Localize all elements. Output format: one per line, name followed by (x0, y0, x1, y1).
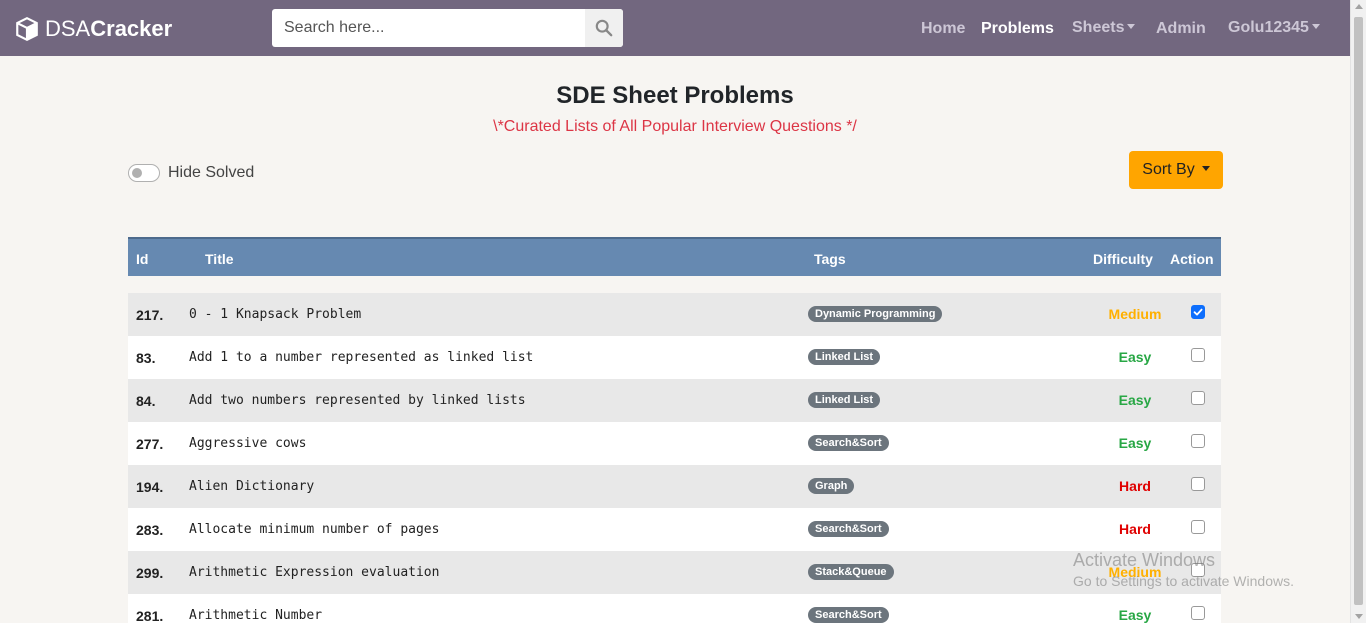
problem-title-link[interactable]: Allocate minimum number of pages (189, 522, 439, 537)
scroll-thumb[interactable] (1354, 17, 1363, 605)
brand-logo[interactable]: DSA Cracker (14, 14, 172, 44)
problem-id: 281. (136, 608, 164, 623)
solved-checkbox[interactable] (1191, 477, 1205, 491)
search-input[interactable] (272, 9, 585, 47)
nav-user-label: Golu12345 (1228, 19, 1309, 36)
page-subtitle: \*Curated Lists of All Popular Interview… (493, 118, 857, 135)
search-button[interactable] (585, 9, 623, 47)
tag-badge: Search&Sort (808, 607, 889, 623)
problem-title-link[interactable]: Alien Dictionary (189, 479, 314, 494)
solved-checkbox[interactable] (1191, 434, 1205, 448)
difficulty-label: Easy (1118, 392, 1152, 408)
tag-badge: Linked List (808, 392, 881, 408)
column-header-tags: Tags (814, 251, 846, 267)
problem-id: 283. (136, 522, 164, 538)
table-row: 83. Add 1 to a number represented as link… (128, 336, 1221, 379)
problem-id: 194. (136, 479, 164, 495)
table-row: 277. Aggressive cows Search&Sort Easy (128, 422, 1221, 465)
chevron-down-icon (1201, 166, 1210, 171)
problem-id: 84. (136, 393, 156, 409)
problem-id: 83. (136, 350, 156, 366)
hide-solved-toggle[interactable] (128, 164, 160, 182)
table-row: 84. Add two numbers represented by linked… (128, 379, 1221, 422)
problem-id: 277. (136, 436, 164, 452)
nav-sheets-dropdown[interactable]: Sheets (1072, 19, 1136, 37)
difficulty-label: Easy (1118, 349, 1152, 365)
problem-title-link[interactable]: Add 1 to a number represented as linked … (189, 350, 533, 365)
solved-checkbox[interactable] (1191, 348, 1205, 362)
solved-checkbox[interactable] (1191, 305, 1205, 319)
tag-badge: Dynamic Programming (808, 306, 943, 322)
navbar: DSACracker Home Problems Sheets Admin Go… (0, 0, 1350, 56)
difficulty-label: Easy (1118, 607, 1152, 623)
check-icon (1193, 308, 1203, 316)
table-row: 281. Arithmetic Number Search&Sort Easy (128, 594, 1221, 623)
problem-id: 217. (136, 307, 164, 323)
problem-title-link[interactable]: Arithmetic Number (189, 608, 322, 623)
difficulty-label: Easy (1118, 435, 1152, 451)
problem-title-link[interactable]: Add two numbers represented by linked li… (189, 393, 526, 408)
solved-checkbox[interactable] (1191, 563, 1205, 577)
table-row: 194. Alien Dictionary Graph Hard (128, 465, 1221, 508)
tag-badge: Linked List (808, 349, 881, 365)
page-scrollbar[interactable] (1350, 0, 1366, 623)
toggle-knob (132, 168, 142, 178)
search-icon (595, 19, 613, 37)
table-row: 217. 0 - 1 Knapsack Problem Dynamic Progra… (128, 293, 1221, 336)
tag-badge: Stack&Queue (808, 564, 894, 580)
brand-suffix: Cracker (90, 16, 173, 41)
table-row: 283. Allocate minimum number of pages Sear… (128, 508, 1221, 551)
difficulty-label: Hard (1119, 478, 1151, 494)
nav-home[interactable]: Home (921, 20, 965, 38)
page-title: SDE Sheet Problems (556, 82, 794, 109)
scroll-up-arrow-icon[interactable] (1355, 4, 1363, 9)
table-row: 299. Arithmetic Expression evaluation Stac… (128, 551, 1221, 594)
problem-title-link[interactable]: 0 - 1 Knapsack Problem (189, 307, 361, 322)
solved-checkbox[interactable] (1191, 606, 1205, 620)
solved-checkbox[interactable] (1191, 391, 1205, 405)
nav-admin[interactable]: Admin (1156, 20, 1206, 38)
column-header-action: Action (1170, 251, 1214, 267)
problem-title-link[interactable]: Arithmetic Expression evaluation (189, 565, 439, 580)
difficulty-label: Medium (1108, 564, 1162, 580)
hide-solved-control: Hide Solved (128, 164, 254, 182)
tag-badge: Graph (808, 478, 855, 494)
sort-by-label: Sort By (1142, 161, 1195, 178)
solved-checkbox[interactable] (1191, 520, 1205, 534)
scroll-down-arrow-icon[interactable] (1355, 614, 1363, 619)
nav-user-dropdown[interactable]: Golu12345 (1228, 19, 1320, 37)
table-header: Id Title Tags Difficulty Action (128, 237, 1221, 276)
sort-by-button[interactable]: Sort By (1129, 151, 1223, 189)
hide-solved-label: Hide Solved (168, 164, 255, 181)
chevron-down-icon (1311, 23, 1320, 29)
column-header-difficulty: Difficulty (1093, 251, 1153, 267)
problem-title-link[interactable]: Aggressive cows (189, 436, 306, 451)
tag-badge: Search&Sort (808, 521, 889, 537)
brand-prefix: DSA (45, 16, 91, 41)
difficulty-label: Hard (1119, 521, 1151, 537)
nav-sheets-label: Sheets (1072, 19, 1125, 36)
difficulty-label: Medium (1108, 306, 1162, 322)
cube-icon (16, 16, 38, 42)
nav-problems[interactable]: Problems (981, 20, 1054, 38)
problem-id: 299. (136, 565, 164, 581)
search-bar (272, 9, 623, 47)
column-header-title: Title (205, 251, 234, 267)
chevron-down-icon (1127, 23, 1136, 29)
tag-badge: Search&Sort (808, 435, 889, 451)
column-header-id: Id (136, 251, 149, 267)
